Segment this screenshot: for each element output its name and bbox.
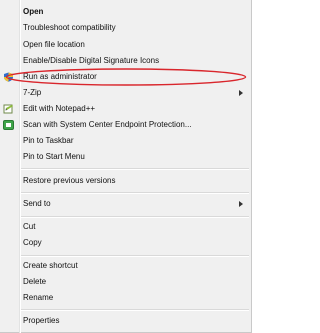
menu-separator: [21, 309, 249, 310]
menu-item-cut[interactable]: Cut: [0, 219, 250, 235]
menu-item-label: Pin to Taskbar: [23, 136, 74, 145]
submenu-arrow-icon: [239, 201, 243, 207]
endpoint-protection-icon: [3, 120, 14, 130]
menu-item-label: Send to: [23, 199, 51, 208]
uac-shield-icon: [3, 72, 14, 82]
menu-item-label: Cut: [23, 222, 36, 231]
menu-item-label: Scan with System Center Endpoint Protect…: [23, 120, 192, 129]
menu-separator: [21, 192, 249, 193]
menu-separator: [21, 255, 249, 256]
menu-item-troubleshoot-compatibility[interactable]: Troubleshoot compatibility: [0, 20, 250, 36]
menu-item-edit-notepadpp[interactable]: Edit with Notepad++: [0, 101, 250, 117]
menu-item-open-file-location[interactable]: Open file location: [0, 37, 250, 53]
menu-item-delete[interactable]: Delete: [0, 274, 250, 290]
menu-item-enable-disable-signature-icons[interactable]: Enable/Disable Digital Signature Icons: [0, 53, 250, 69]
menu-item-pin-to-taskbar[interactable]: Pin to Taskbar: [0, 133, 250, 149]
menu-item-label: Delete: [23, 277, 47, 286]
menu-item-label: 7-Zip: [23, 88, 42, 97]
menu-item-rename[interactable]: Rename: [0, 290, 250, 306]
menu-item-label: Rename: [23, 293, 54, 302]
menu-item-send-to[interactable]: Send to: [0, 196, 250, 212]
menu-item-run-as-administrator[interactable]: Run as administrator: [0, 69, 250, 85]
menu-item-properties[interactable]: Properties: [0, 313, 250, 329]
context-menu: Open Troubleshoot compatibility Open fil…: [0, 0, 252, 333]
menu-separator: [21, 168, 249, 169]
menu-item-pin-to-start-menu[interactable]: Pin to Start Menu: [0, 149, 250, 165]
menu-separator: [21, 216, 249, 217]
menu-item-scan-endpoint-protection[interactable]: Scan with System Center Endpoint Protect…: [0, 117, 250, 133]
menu-item-label: Edit with Notepad++: [23, 104, 96, 113]
menu-item-label: Create shortcut: [23, 261, 78, 270]
menu-item-label: Open file location: [23, 40, 85, 49]
menu-item-label: Run as administrator: [23, 72, 97, 81]
menu-item-label: Troubleshoot compatibility: [23, 23, 116, 32]
submenu-arrow-icon: [239, 90, 243, 96]
notepadpp-icon: [3, 104, 14, 114]
menu-item-label: Enable/Disable Digital Signature Icons: [23, 56, 160, 65]
menu-item-label: Copy: [23, 238, 42, 247]
menu-item-open[interactable]: Open: [0, 4, 250, 20]
menu-item-create-shortcut[interactable]: Create shortcut: [0, 258, 250, 274]
menu-item-label: Open: [23, 7, 44, 16]
menu-item-label: Pin to Start Menu: [23, 152, 85, 161]
menu-item-label: Restore previous versions: [23, 176, 116, 185]
menu-item-7zip[interactable]: 7-Zip: [0, 85, 250, 101]
menu-item-restore-previous-versions[interactable]: Restore previous versions: [0, 173, 250, 189]
menu-item-label: Properties: [23, 316, 60, 325]
menu-item-copy[interactable]: Copy: [0, 235, 250, 251]
